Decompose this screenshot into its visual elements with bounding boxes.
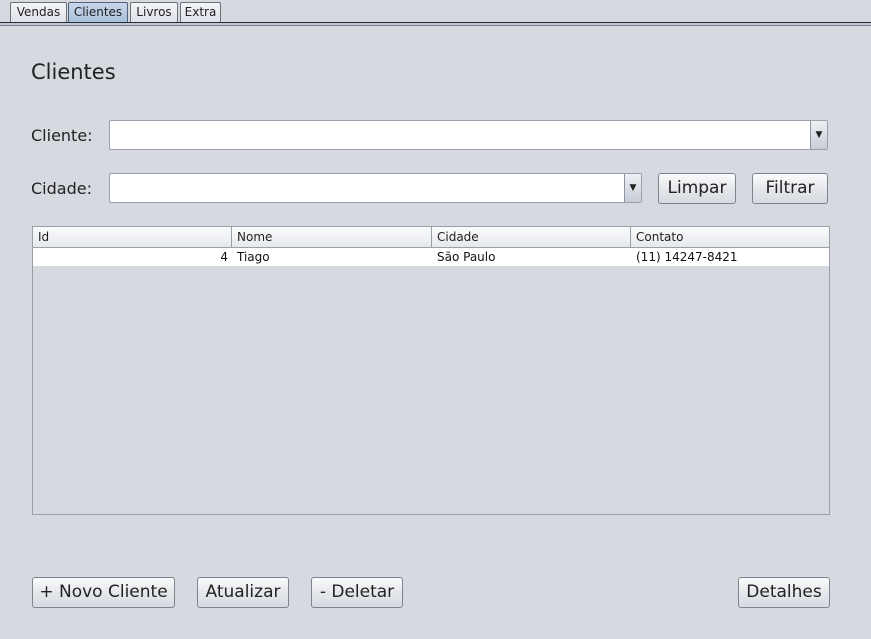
cliente-label: Cliente:	[31, 126, 93, 145]
column-header-nome[interactable]: Nome	[232, 227, 432, 248]
cell-contato: (11) 14247-8421	[636, 250, 738, 264]
table-row[interactable]: 4 Tiago São Paulo (11) 14247-8421	[33, 248, 829, 266]
tab-bar: Vendas Clientes Livros Extra	[0, 0, 871, 28]
page-title: Clientes	[31, 60, 116, 84]
filtrar-button[interactable]: Filtrar	[752, 173, 828, 204]
cell-nome: Tiago	[237, 250, 270, 264]
chevron-down-icon[interactable]: ▼	[810, 121, 827, 149]
atualizar-button[interactable]: Atualizar	[197, 577, 289, 608]
detalhes-button[interactable]: Detalhes	[738, 577, 830, 608]
cidade-label: Cidade:	[31, 179, 92, 198]
column-header-contato[interactable]: Contato	[631, 227, 829, 248]
limpar-button[interactable]: Limpar	[658, 173, 736, 204]
cell-id: 4	[220, 250, 228, 264]
cidade-combo[interactable]: ▼	[109, 173, 642, 203]
tab-clientes[interactable]: Clientes	[68, 2, 128, 22]
column-header-id[interactable]: Id	[33, 227, 232, 248]
chevron-down-icon[interactable]: ▼	[624, 174, 641, 202]
table-header: Id Nome Cidade Contato	[33, 227, 829, 248]
tab-livros[interactable]: Livros	[130, 2, 178, 22]
column-header-cidade[interactable]: Cidade	[432, 227, 631, 248]
cell-cidade: São Paulo	[437, 250, 496, 264]
tab-extra[interactable]: Extra	[180, 2, 221, 22]
cliente-combo[interactable]: ▼	[109, 120, 828, 150]
deletar-button[interactable]: - Deletar	[311, 577, 403, 608]
clients-table[interactable]: Id Nome Cidade Contato 4 Tiago São Paulo…	[32, 226, 830, 515]
tab-divider	[0, 22, 871, 26]
tab-vendas[interactable]: Vendas	[10, 2, 67, 22]
novo-cliente-button[interactable]: + Novo Cliente	[32, 577, 175, 608]
